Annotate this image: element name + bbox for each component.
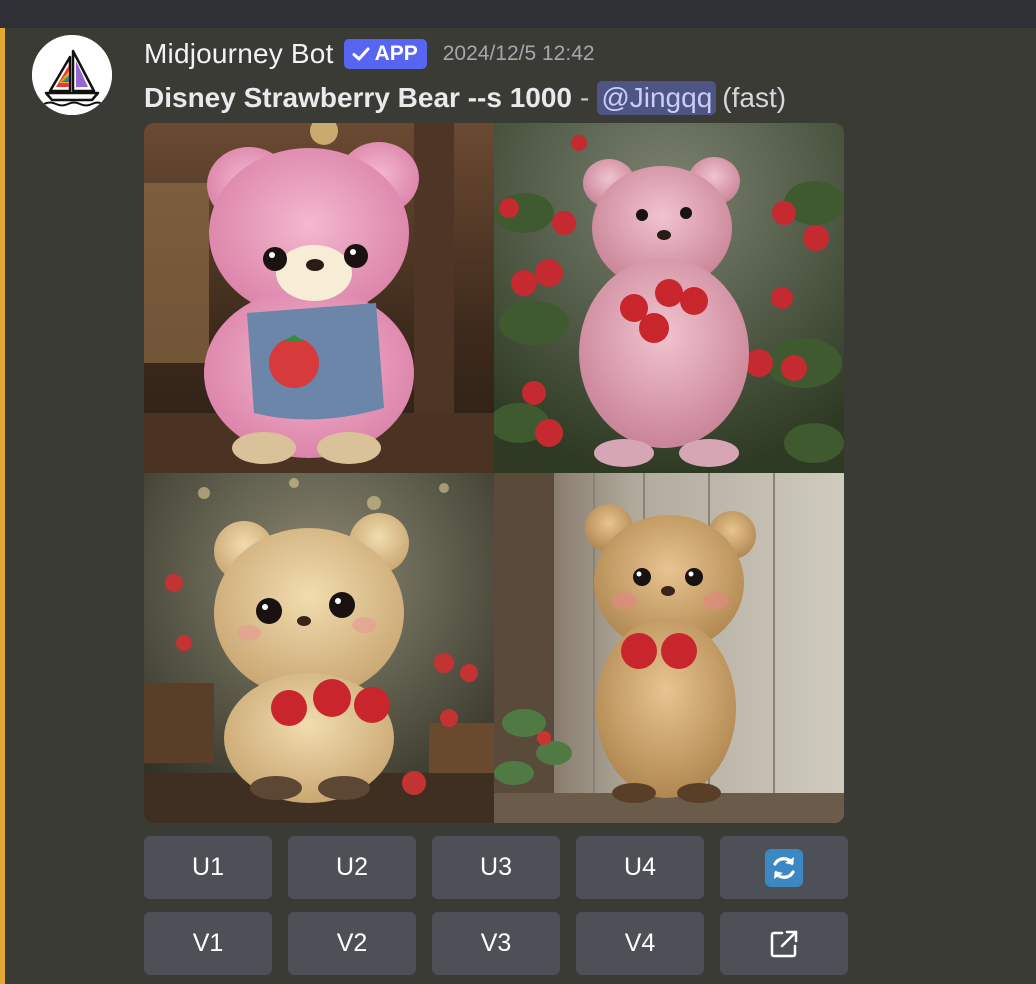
image-grid[interactable] (144, 123, 844, 823)
reroll-button[interactable] (720, 836, 848, 899)
bot-avatar[interactable] (32, 35, 112, 115)
external-link-icon (770, 930, 798, 957)
message-header: Midjourney Bot APP 2024/12/5 12:42 (144, 36, 595, 72)
u2-button[interactable]: U2 (288, 836, 416, 899)
message-timestamp[interactable]: 2024/12/5 12:42 (443, 42, 595, 66)
reroll-icon (765, 848, 803, 887)
bot-username[interactable]: Midjourney Bot (144, 38, 334, 70)
chat-message: Midjourney Bot APP 2024/12/5 12:42 Disne… (5, 28, 1036, 984)
u1-button[interactable]: U1 (144, 836, 272, 899)
u4-button[interactable]: U4 (576, 836, 704, 899)
v2-button[interactable]: V2 (288, 912, 416, 975)
prompt-text: Disney Strawberry Bear --s 1000 (144, 82, 572, 113)
user-mention[interactable]: @Jingqq (597, 81, 717, 115)
pink-bear-strawberry-bush-image[interactable] (494, 123, 844, 473)
v4-button[interactable]: V4 (576, 912, 704, 975)
app-badge-label: APP (374, 42, 418, 65)
sailboat-icon (32, 35, 112, 115)
tan-bear-strawberries-image[interactable] (144, 473, 494, 823)
prompt-separator: - (580, 82, 590, 113)
v3-button[interactable]: V3 (432, 912, 560, 975)
pink-bear-overalls-image[interactable] (144, 123, 494, 473)
u3-button[interactable]: U3 (432, 836, 560, 899)
prompt-line: Disney Strawberry Bear --s 1000 - @Jingq… (144, 78, 786, 118)
brown-bear-wooden-door-image[interactable] (494, 473, 844, 823)
top-bar (0, 0, 1036, 28)
app-badge: APP (343, 39, 427, 69)
open-web-button[interactable] (720, 912, 848, 975)
verified-check-icon (352, 47, 370, 61)
upscale-button-row: U1 U2 U3 U4 (144, 836, 848, 899)
v1-button[interactable]: V1 (144, 912, 272, 975)
variation-button-row: V1 V2 V3 V4 (144, 912, 848, 975)
speed-mode: (fast) (722, 82, 787, 113)
